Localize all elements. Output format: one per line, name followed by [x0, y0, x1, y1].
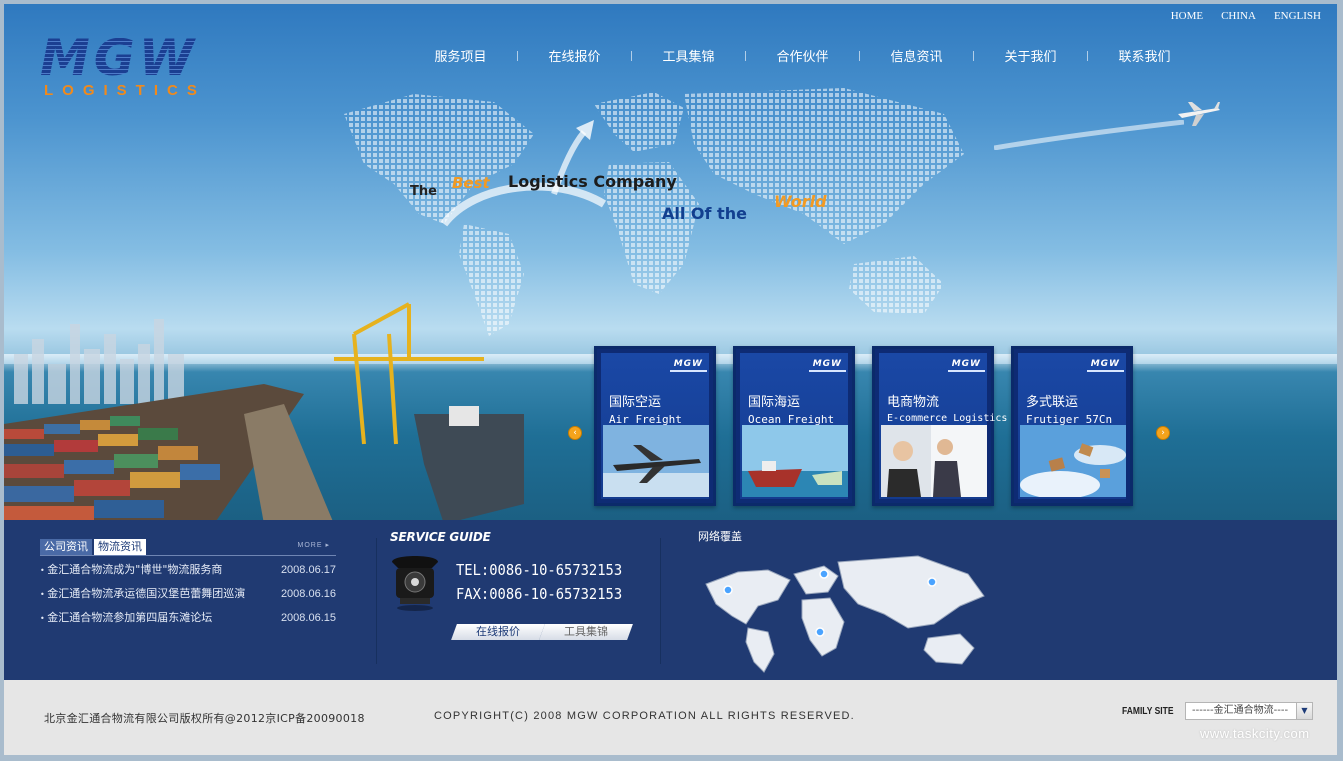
service-card-air-freight[interactable]: MGW 国际空运 Air Freight: [594, 346, 716, 506]
nav-item-contact[interactable]: 联系我们: [1088, 46, 1201, 65]
card-title-en: E-commerce Logistics: [887, 413, 1008, 424]
news-title[interactable]: 金汇通合物流成为"博世"物流服务商: [40, 558, 222, 582]
news-tabs: 公司资讯 物流资讯 MORE ▸: [40, 538, 336, 556]
card-title-cn: 多式联运: [1026, 395, 1079, 410]
logo-wordmark: MGW: [40, 33, 260, 83]
divider: [376, 538, 377, 664]
tools-button[interactable]: 工具集锦: [539, 624, 633, 640]
slogan-logistics-company: Logistics Company: [508, 172, 677, 191]
tab-logistics-news[interactable]: 物流资讯: [94, 538, 146, 555]
contrail-graphic: [994, 120, 1184, 150]
news-date: 2008.06.16: [280, 588, 336, 600]
nav-english-link[interactable]: ENGLISH: [1274, 10, 1321, 22]
airplane-icon: [1178, 102, 1220, 126]
nav-item-services[interactable]: 服务项目: [404, 46, 517, 65]
top-utility-nav: HOME CHINA ENGLISH: [1171, 10, 1321, 22]
nav-item-about[interactable]: 关于我们: [974, 46, 1087, 65]
network-title: 网络覆盖: [698, 530, 742, 543]
cards-prev-arrow-icon[interactable]: ‹: [568, 426, 582, 440]
nav-china-link[interactable]: CHINA: [1221, 10, 1256, 22]
nav-item-partners[interactable]: 合作伙伴: [746, 46, 859, 65]
page-footer: 北京金汇通合物流有限公司版权所有@2012京ICP备20090018 COPYR…: [4, 680, 1337, 755]
news-list: 金汇通合物流成为"博世"物流服务商 2008.06.17 金汇通合物流承运德国汉…: [40, 558, 336, 630]
card-title-cn: 国际空运: [609, 395, 662, 410]
slogan-best: Best: [452, 174, 490, 192]
network-map-graphic: [705, 555, 985, 673]
logo-subtitle: LOGISTICS: [44, 82, 206, 99]
telephone-icon: [392, 556, 438, 611]
news-title[interactable]: 金汇通合物流参加第四届东滩论坛: [40, 606, 212, 630]
more-link[interactable]: MORE ▸: [298, 541, 330, 549]
office-photo: [881, 425, 987, 497]
service-card-multimodal[interactable]: MGW 多式联运 Frutiger 57Cn: [1011, 346, 1133, 506]
card-inner: MGW 国际海运 Ocean Freight: [740, 353, 848, 499]
copyright-en: COPYRIGHT(C) 2008 MGW CORPORATION ALL RI…: [434, 710, 855, 722]
boxes-sky-photo: [1020, 425, 1126, 497]
divider: [660, 538, 661, 664]
cards-next-arrow-icon[interactable]: ›: [1156, 426, 1170, 440]
card-inner: MGW 国际空运 Air Freight: [601, 353, 709, 499]
tools-label: 工具集锦: [564, 625, 608, 638]
service-guide-title: SERVICE GUIDE: [390, 530, 491, 544]
airplane-photo: [603, 425, 709, 497]
slogan-all-of-the: All Of the: [662, 204, 747, 223]
network-coverage-panel: 网络覆盖: [698, 528, 1008, 678]
news-date: 2008.06.17: [280, 564, 336, 576]
service-guide-panel: SERVICE GUIDE TEL:0086-10-65732153 FAX:0…: [390, 530, 650, 670]
news-date: 2008.06.15: [280, 612, 336, 624]
port-container-illustration: [4, 302, 524, 520]
card-logo: MGW: [1086, 359, 1125, 372]
nav-home-link[interactable]: HOME: [1171, 10, 1203, 22]
tel-number: TEL:0086-10-65732153: [456, 561, 623, 579]
mgw-logo[interactable]: MGW LOGISTICS: [40, 33, 260, 99]
hero-banner: MGW LOGISTICS HOME CHINA ENGLISH 服务项目 在线…: [4, 4, 1337, 520]
online-quote-label: 在线报价: [476, 625, 520, 638]
service-cards: ‹ MGW 国际空运 Air Freight MGW 国际海运 Ocean Fr…: [568, 346, 1170, 508]
family-site-select[interactable]: ------金汇通合物流---- ▼: [1185, 702, 1313, 720]
list-item[interactable]: 金汇通合物流参加第四届东滩论坛 2008.06.15: [40, 606, 336, 630]
tab-company-news[interactable]: 公司资讯: [40, 538, 92, 555]
ship-photo: [742, 425, 848, 497]
card-inner: MGW 多式联运 Frutiger 57Cn: [1018, 353, 1126, 499]
hero-slogan: The Best Logistics Company All Of the Wo…: [404, 168, 844, 238]
service-card-ocean-freight[interactable]: MGW 国际海运 Ocean Freight: [733, 346, 855, 506]
nav-item-news[interactable]: 信息资讯: [860, 46, 973, 65]
more-label: MORE: [297, 542, 323, 549]
card-logo: MGW: [947, 359, 986, 372]
service-card-ecommerce[interactable]: MGW 电商物流 E-commerce Logistics: [872, 346, 1007, 506]
online-quote-button[interactable]: 在线报价: [451, 624, 545, 640]
nav-item-online-quote[interactable]: 在线报价: [518, 46, 631, 65]
service-guide-buttons: 在线报价 工具集锦: [451, 624, 633, 640]
chevron-down-icon[interactable]: ▼: [1296, 703, 1312, 719]
card-title-cn: 电商物流: [887, 395, 940, 410]
card-title-cn: 国际海运: [748, 395, 801, 410]
info-bar: 公司资讯 物流资讯 MORE ▸ 金汇通合物流成为"博世"物流服务商 2008.…: [4, 520, 1337, 680]
main-nav: 服务项目 在线报价 工具集锦 合作伙伴 信息资讯 关于我们 联系我们: [404, 46, 1201, 65]
family-site-selected: ------金汇通合物流----: [1192, 705, 1289, 716]
slogan-the: The: [410, 184, 437, 199]
nav-item-tools[interactable]: 工具集锦: [632, 46, 745, 65]
card-logo: MGW: [808, 359, 847, 372]
fax-number: FAX:0086-10-65732153: [456, 585, 623, 603]
list-item[interactable]: 金汇通合物流成为"博世"物流服务商 2008.06.17: [40, 558, 336, 582]
contact-numbers: TEL:0086-10-65732153 FAX:0086-10-6573215…: [456, 558, 622, 606]
news-panel: 公司资讯 物流资讯 MORE ▸ 金汇通合物流成为"博世"物流服务商 2008.…: [40, 538, 336, 630]
news-title[interactable]: 金汇通合物流承运德国汉堡芭蕾舞团巡演: [40, 582, 245, 606]
watermark: www.taskcity.com: [1200, 726, 1310, 741]
copyright-cn: 北京金汇通合物流有限公司版权所有@2012京ICP备20090018: [44, 712, 365, 725]
slogan-world: World: [774, 192, 827, 211]
family-site-label: FAMILY SITE: [1122, 706, 1174, 717]
list-item[interactable]: 金汇通合物流承运德国汉堡芭蕾舞团巡演 2008.06.16: [40, 582, 336, 606]
card-inner: MGW 电商物流 E-commerce Logistics: [879, 353, 1007, 499]
card-logo: MGW: [669, 359, 708, 372]
